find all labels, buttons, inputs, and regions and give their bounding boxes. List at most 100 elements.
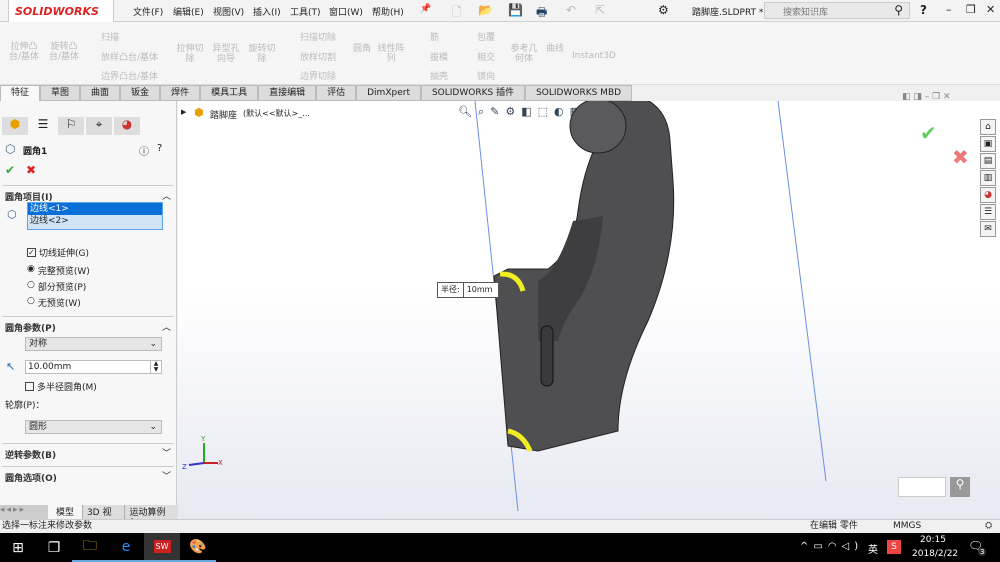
menu-tools[interactable]: 工具(T): [290, 5, 321, 18]
fillet-method-select[interactable]: 对称 ⌄: [25, 337, 162, 351]
radio-selected-icon[interactable]: ◉: [27, 264, 35, 277]
search-box[interactable]: 搜索知识库 ⚲: [764, 2, 910, 19]
profile-select[interactable]: 圆形 ⌄: [25, 420, 162, 434]
list-item[interactable]: 边线<2>: [28, 215, 162, 227]
paint-icon[interactable]: 🎨: [180, 533, 216, 562]
menu-view[interactable]: 视图(V): [213, 5, 244, 18]
tab-direct-editing[interactable]: 直接编辑: [258, 85, 317, 101]
checkbox-icon[interactable]: [25, 382, 34, 391]
extrude-cut-button[interactable]: 拉伸切除: [174, 44, 206, 64]
minimize-button[interactable]: –: [946, 3, 952, 16]
tab-3d-views[interactable]: 3D 视图: [81, 505, 125, 531]
edge-selection-list[interactable]: 边线<1> 边线<2>: [27, 202, 163, 230]
search-button-icon[interactable]: ⚲: [950, 477, 970, 497]
gear-icon[interactable]: ⚙: [658, 3, 669, 17]
radio-icon[interactable]: ○: [27, 296, 35, 309]
expand-chevron-icon[interactable]: ﹀: [162, 446, 171, 459]
checkbox-checked-icon[interactable]: ✓: [27, 248, 36, 257]
pin-icon[interactable]: 📌: [420, 4, 431, 14]
collapse-chevron-icon[interactable]: ︿: [162, 320, 171, 333]
tab-solidworks-addins[interactable]: SOLIDWORKS 插件: [420, 85, 526, 101]
menu-edit[interactable]: 编辑(E): [173, 5, 204, 18]
wrap-button[interactable]: 包覆: [477, 30, 495, 43]
graphics-area[interactable]: ▶ ⬢ 踏脚座 (默认<<默认>_... 🔍︎⌕✎⚙◧⬚◐▦◍◎▭ ◧ ◨ – …: [178, 92, 1000, 519]
sweep-cut-button[interactable]: 扫描切除: [300, 30, 336, 43]
spinner-icon[interactable]: ▲ ▼: [150, 361, 161, 373]
menu-insert[interactable]: 插入(I): [253, 5, 281, 18]
restore-button[interactable]: ❐: [966, 3, 976, 16]
tab-surfaces[interactable]: 曲面: [80, 85, 121, 101]
search-commands-box[interactable]: [898, 477, 946, 497]
menu-file[interactable]: 文件(F): [133, 5, 163, 18]
rib-button[interactable]: 筋: [430, 30, 439, 43]
section-fillet-params[interactable]: 圆角参数(P): [5, 321, 56, 334]
multi-radius-checkbox[interactable]: 多半径圆角(M): [25, 380, 97, 393]
ime-indicator[interactable]: 英: [868, 541, 878, 556]
collapse-chevron-icon[interactable]: ︿: [162, 189, 171, 202]
file-explorer-icon[interactable]: 🗀: [72, 533, 108, 562]
search-icon[interactable]: ⚲: [894, 3, 903, 17]
menu-window[interactable]: 窗口(W): [329, 5, 363, 18]
clock-date[interactable]: 2018/2/22: [912, 549, 958, 559]
tab-dimxpert[interactable]: DimXpert: [356, 85, 421, 101]
ok-button[interactable]: ✔: [5, 163, 15, 177]
dimxpert-tab-icon[interactable]: ⌖: [86, 117, 112, 135]
clock-time[interactable]: 20:15: [920, 535, 946, 545]
property-manager-tab-icon[interactable]: ☰: [30, 117, 56, 135]
tab-scroll-arrows[interactable]: ◂◂▸▸: [0, 505, 48, 519]
menu-help[interactable]: 帮助(H): [372, 5, 404, 18]
help-icon[interactable]: ?: [157, 143, 162, 154]
shell-button[interactable]: 抽壳: [430, 69, 448, 82]
section-reverse-params[interactable]: 逆转参数(B): [5, 448, 56, 461]
instant3d-button[interactable]: Instant3D: [572, 51, 616, 61]
sogou-icon[interactable]: S: [887, 540, 901, 554]
extrude-boss-button[interactable]: 拉伸凸台/基体: [6, 42, 42, 62]
loft-button[interactable]: 放样凸台/基体: [101, 50, 158, 63]
tab-evaluate[interactable]: 评估: [316, 85, 357, 101]
select-icon[interactable]: ⇱: [595, 3, 605, 17]
no-preview-radio[interactable]: ○ 无预览(W): [27, 296, 81, 309]
revolve-cut-button[interactable]: 旋转切除: [246, 44, 278, 64]
new-doc-icon[interactable]: 🗋: [452, 3, 462, 24]
draft-button[interactable]: 拔模: [430, 50, 448, 63]
windows-start-icon[interactable]: ⊞: [0, 533, 36, 562]
whats-wrong-icon[interactable]: ⓘ: [139, 143, 149, 158]
full-preview-radio[interactable]: ◉ 完整预览(W): [27, 264, 90, 277]
cancel-button[interactable]: ✖: [26, 163, 36, 177]
tab-features[interactable]: 特征: [0, 85, 41, 101]
save-icon[interactable]: 💾: [508, 3, 523, 17]
intersect-button[interactable]: 相交: [477, 50, 495, 63]
tangent-propagation-checkbox[interactable]: ✓ 切线延伸(G): [27, 246, 89, 259]
fillet-button[interactable]: 圆角: [350, 44, 374, 54]
close-button[interactable]: ✕: [986, 3, 995, 16]
units-selector[interactable]: MMGS: [893, 520, 921, 533]
solidworks-logo[interactable]: SOLIDWORKS: [8, 0, 114, 24]
tab-motion-study[interactable]: 运动算例 1: [124, 505, 178, 528]
open-icon[interactable]: 📂: [478, 3, 493, 17]
sweep-button[interactable]: 扫描: [101, 30, 119, 43]
mirror-button[interactable]: 镜向: [477, 69, 495, 82]
tab-weldments[interactable]: 焊件: [160, 85, 201, 101]
expand-chevron-icon[interactable]: ﹀: [162, 469, 171, 482]
callout-value[interactable]: 10mm: [464, 283, 496, 297]
model-canvas[interactable]: Y X Z: [178, 101, 1000, 519]
tab-solidworks-mbd[interactable]: SOLIDWORKS MBD: [525, 85, 633, 101]
tab-model[interactable]: 模型: [47, 505, 82, 519]
hole-wizard-button[interactable]: 异型孔向导: [210, 44, 242, 64]
revolve-boss-button[interactable]: 旋转凸台/基体: [46, 42, 82, 62]
boundary-button[interactable]: 边界凸台/基体: [101, 69, 158, 82]
display-manager-tab-icon[interactable]: ◕: [114, 117, 140, 135]
boundary-cut-button[interactable]: 边界切除: [300, 69, 336, 82]
list-item[interactable]: 边线<1>: [28, 203, 162, 215]
section-fillet-options[interactable]: 圆角选项(O): [5, 471, 57, 484]
search-input[interactable]: 搜索知识库: [783, 5, 828, 18]
edge-browser-icon[interactable]: e: [108, 533, 144, 562]
radio-icon[interactable]: ○: [27, 280, 35, 293]
partial-preview-radio[interactable]: ○ 部分预览(P): [27, 280, 86, 293]
curves-button[interactable]: 曲线: [544, 44, 566, 54]
solidworks-taskbar-icon[interactable]: SW: [144, 533, 180, 562]
undo-icon[interactable]: ↶: [566, 3, 576, 17]
linear-pattern-button[interactable]: 线性阵列: [376, 44, 406, 64]
customize-icon[interactable]: ⛭: [985, 520, 992, 533]
config-manager-tab-icon[interactable]: ⚐: [58, 117, 84, 135]
